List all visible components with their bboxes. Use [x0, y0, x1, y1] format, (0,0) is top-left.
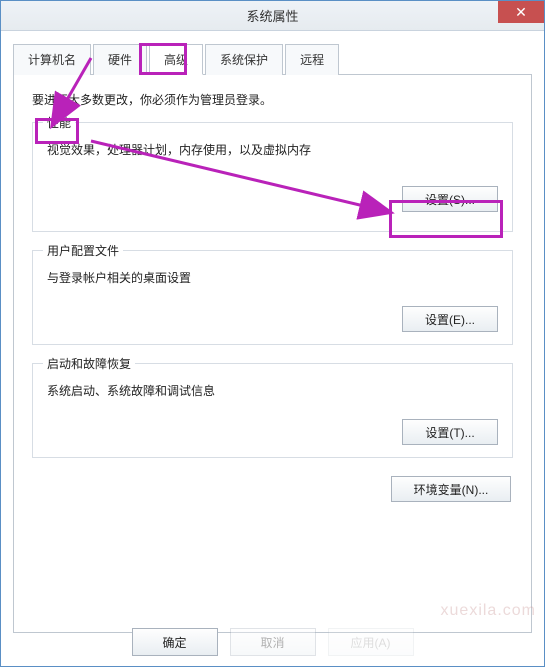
- group-performance-btnrow: 设置(S)...: [47, 186, 498, 212]
- group-startup-legend: 启动和故障恢复: [43, 355, 135, 372]
- close-icon: ✕: [515, 4, 527, 21]
- admin-notice: 要进行大多数更改，你必须作为管理员登录。: [32, 91, 513, 108]
- group-user-profiles-legend: 用户配置文件: [43, 242, 123, 259]
- tab-strip: 计算机名 硬件 高级 系统保护 远程: [13, 43, 532, 75]
- dialog-buttons: 确定 取消 应用(A): [1, 628, 544, 656]
- tab-hardware[interactable]: 硬件: [93, 44, 147, 75]
- cancel-button[interactable]: 取消: [230, 628, 316, 656]
- close-button[interactable]: ✕: [498, 1, 544, 23]
- group-user-profiles-desc: 与登录帐户相关的桌面设置: [47, 269, 498, 286]
- client-area: 计算机名 硬件 高级 系统保护 远程 要进行大多数更改，你必须作为管理员登录。 …: [1, 31, 544, 643]
- environment-variables-button[interactable]: 环境变量(N)...: [391, 476, 511, 502]
- system-properties-window: 系统属性 ✕ 计算机名 硬件 高级 系统保护 远程 要进行大多数更改，你必须作为…: [0, 0, 545, 667]
- group-startup: 启动和故障恢复 系统启动、系统故障和调试信息 设置(T)...: [32, 363, 513, 458]
- group-startup-btnrow: 设置(T)...: [47, 419, 498, 445]
- window-title: 系统属性: [246, 6, 298, 25]
- performance-settings-button[interactable]: 设置(S)...: [402, 186, 498, 212]
- apply-button[interactable]: 应用(A): [328, 628, 414, 656]
- user-profiles-settings-button[interactable]: 设置(E)...: [402, 306, 498, 332]
- tab-remote[interactable]: 远程: [285, 44, 339, 75]
- group-performance: 性能 视觉效果，处理器计划，内存使用，以及虚拟内存 设置(S)...: [32, 122, 513, 232]
- group-performance-legend: 性能: [43, 114, 75, 131]
- tab-advanced[interactable]: 高级: [149, 44, 203, 75]
- tab-advanced-panel: 要进行大多数更改，你必须作为管理员登录。 性能 视觉效果，处理器计划，内存使用，…: [13, 75, 532, 633]
- group-user-profiles: 用户配置文件 与登录帐户相关的桌面设置 设置(E)...: [32, 250, 513, 345]
- startup-settings-button[interactable]: 设置(T)...: [402, 419, 498, 445]
- tab-computer-name[interactable]: 计算机名: [13, 44, 91, 75]
- group-user-profiles-btnrow: 设置(E)...: [47, 306, 498, 332]
- titlebar: 系统属性 ✕: [1, 1, 544, 31]
- group-startup-desc: 系统启动、系统故障和调试信息: [47, 382, 498, 399]
- env-row: 环境变量(N)...: [32, 476, 513, 502]
- ok-button[interactable]: 确定: [132, 628, 218, 656]
- group-performance-desc: 视觉效果，处理器计划，内存使用，以及虚拟内存: [47, 141, 498, 158]
- tab-system-protection[interactable]: 系统保护: [205, 44, 283, 75]
